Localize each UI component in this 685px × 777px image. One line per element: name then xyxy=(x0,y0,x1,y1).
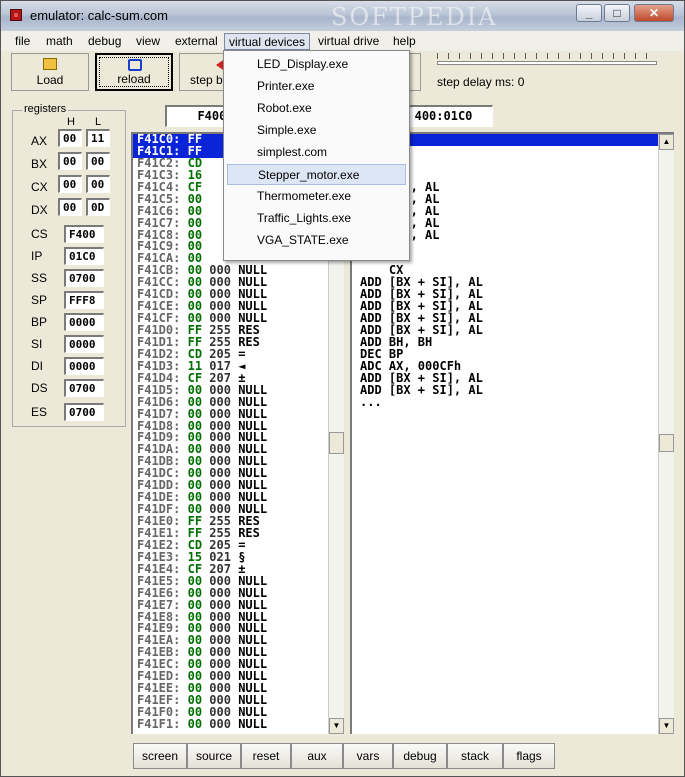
reg-ax-h[interactable]: 00 xyxy=(58,129,82,147)
menu-virtual-drive[interactable]: virtual drive xyxy=(314,33,383,50)
memory-scroll-thumb[interactable] xyxy=(329,432,344,454)
title-bar: emulator: calc-sum.com SOFTPEDIA _ □ ✕ xyxy=(1,1,684,31)
disassembly-row[interactable]: ... xyxy=(360,396,658,409)
aux-button[interactable]: aux xyxy=(291,743,343,769)
reg-cx-l[interactable]: 00 xyxy=(86,175,110,193)
flags-button[interactable]: flags xyxy=(503,743,555,769)
stack-button[interactable]: stack xyxy=(447,743,503,769)
step-delay-slider[interactable] xyxy=(437,61,657,65)
menu-debug[interactable]: debug xyxy=(84,33,125,50)
reg-bx-h[interactable]: 00 xyxy=(58,152,82,170)
reg-label-dx: DX xyxy=(31,203,48,217)
menu-view[interactable]: view xyxy=(132,33,164,50)
scroll-down-arrow-icon[interactable]: ▼ xyxy=(329,718,344,734)
disassembly-row[interactable]: ADD [BX + SI], AL xyxy=(360,384,658,397)
emulator-window: emulator: calc-sum.com SOFTPEDIA _ □ ✕ f… xyxy=(0,0,685,777)
minimize-button[interactable]: _ xyxy=(576,4,602,22)
source-button[interactable]: source xyxy=(187,743,241,769)
memory-decimal-value: 000 xyxy=(209,716,231,731)
reload-button[interactable]: reload xyxy=(95,53,173,91)
reg-label-si: SI xyxy=(31,337,43,351)
folder-icon xyxy=(43,58,57,70)
reg-di[interactable]: 0000 xyxy=(64,357,104,375)
reg-cx-h[interactable]: 00 xyxy=(58,175,82,193)
reg-si[interactable]: 0000 xyxy=(64,335,104,353)
reg-es[interactable]: 0700 xyxy=(64,403,104,421)
menu-item-simplest[interactable]: simplest.com xyxy=(227,142,406,163)
menu-math[interactable]: math xyxy=(42,33,77,50)
step-delay-label: step delay ms: 0 xyxy=(437,75,525,89)
reg-header-h: H xyxy=(67,116,75,128)
close-button[interactable]: ✕ xyxy=(634,4,674,22)
watermark: SOFTPEDIA xyxy=(331,3,498,31)
reg-label-es: ES xyxy=(31,405,48,419)
disassembly-row[interactable]: ADD BH, BH xyxy=(360,336,658,349)
reg-cs[interactable]: F400 xyxy=(64,225,104,243)
reg-sp[interactable]: FFF8 xyxy=(64,291,104,309)
reg-label-cx: CX xyxy=(31,180,48,194)
step-delay-ticks xyxy=(437,53,657,59)
reg-label-ip: IP xyxy=(31,249,43,263)
reg-ds[interactable]: 0700 xyxy=(64,379,104,397)
reg-dx-h[interactable]: 00 xyxy=(58,198,82,216)
reg-dx-l[interactable]: 0D xyxy=(86,198,110,216)
menu-item-robot[interactable]: Robot.exe xyxy=(227,98,406,119)
reg-label-ss: SS xyxy=(31,271,48,285)
menu-item-stepper-motor[interactable]: Stepper_motor.exe xyxy=(227,164,406,185)
virtual-devices-dropdown: LED_Display.exe Printer.exe Robot.exe Si… xyxy=(223,50,410,261)
reg-label-bx: BX xyxy=(31,157,48,171)
reload-label: reload xyxy=(117,72,151,86)
reg-ax-l[interactable]: 11 xyxy=(86,129,110,147)
menu-file[interactable]: file xyxy=(11,33,34,50)
menu-item-thermometer[interactable]: Thermometer.exe xyxy=(227,186,406,207)
scroll-up-arrow-icon[interactable]: ▲ xyxy=(659,134,674,150)
menu-help[interactable]: help xyxy=(389,33,420,50)
memory-hex-value: 00 xyxy=(187,716,203,731)
reg-header-l: L xyxy=(95,116,102,128)
registers-title: registers xyxy=(22,103,69,115)
reg-label-di: DI xyxy=(31,359,43,373)
disassembly-scroll-thumb[interactable] xyxy=(659,434,674,452)
registers-panel: registers H L AX 00 11 BX 00 00 CX 00 00… xyxy=(12,103,126,427)
menu-item-led-display[interactable]: LED_Display.exe xyxy=(227,54,406,75)
memory-row[interactable]: F41F1: 00 000 NULL xyxy=(137,716,329,731)
reg-label-bp: BP xyxy=(31,315,48,329)
maximize-button[interactable]: □ xyxy=(604,4,630,22)
load-button[interactable]: Load xyxy=(11,53,89,91)
menu-item-vga-state[interactable]: VGA_STATE.exe xyxy=(227,230,406,251)
reg-ss[interactable]: 0700 xyxy=(64,269,104,287)
reg-bx-l[interactable]: 00 xyxy=(86,152,110,170)
menu-bar: file math debug view external virtual de… xyxy=(1,31,684,51)
reg-label-sp: SP xyxy=(31,293,48,307)
scroll-down-arrow-icon[interactable]: ▼ xyxy=(659,718,674,734)
menu-item-traffic-lights[interactable]: Traffic_Lights.exe xyxy=(227,208,406,229)
memory-address: F41F1: xyxy=(137,716,181,731)
menu-virtual-devices[interactable]: virtual devices xyxy=(224,33,311,50)
reset-button[interactable]: reset xyxy=(241,743,291,769)
vars-button[interactable]: vars xyxy=(343,743,393,769)
reg-label-cs: CS xyxy=(31,227,48,241)
menu-item-printer[interactable]: Printer.exe xyxy=(227,76,406,97)
reg-label-ds: DS xyxy=(31,381,48,395)
screen-button[interactable]: screen xyxy=(133,743,187,769)
disassembly-scrollbar[interactable]: ▲ ▼ xyxy=(658,134,674,734)
reg-label-ax: AX xyxy=(31,134,48,148)
menu-external[interactable]: external xyxy=(171,33,222,50)
reg-ip[interactable]: 01C0 xyxy=(64,247,104,265)
memory-char-value: NULL xyxy=(238,716,268,731)
menu-item-simple[interactable]: Simple.exe xyxy=(227,120,406,141)
app-icon xyxy=(10,9,22,21)
reload-icon xyxy=(128,59,142,71)
debug-button[interactable]: debug xyxy=(393,743,447,769)
load-label: Load xyxy=(36,73,64,87)
reg-bp[interactable]: 0000 xyxy=(64,313,104,331)
window-title: emulator: calc-sum.com xyxy=(30,8,168,23)
